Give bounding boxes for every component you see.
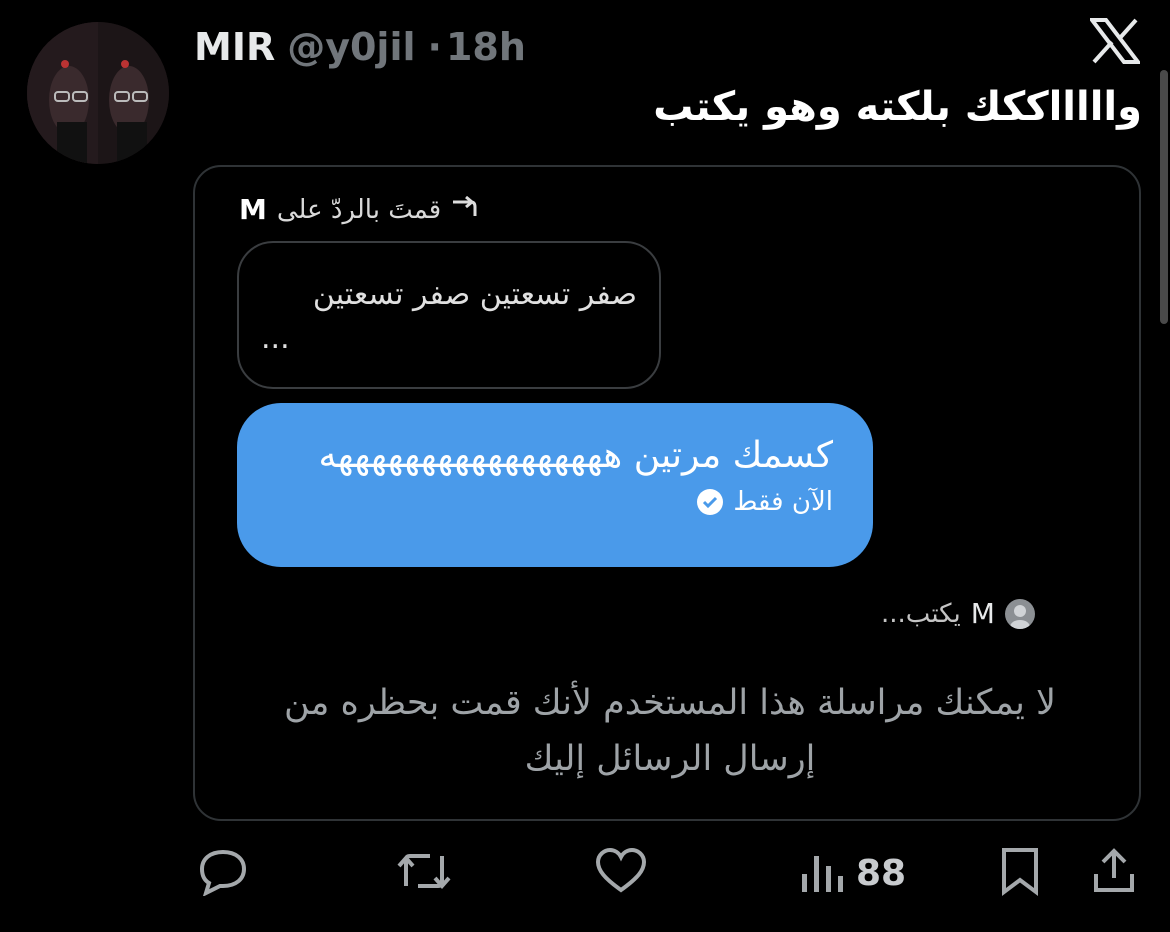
- heart-icon[interactable]: [594, 846, 648, 900]
- sent-message-text: كسمك مرتين هههههههههههههههههه: [318, 435, 833, 476]
- quoted-message: صفر تسعتين صفر تسعتين ...: [237, 241, 661, 389]
- author-avatar[interactable]: [27, 22, 169, 164]
- quoted-message-line1: صفر تسعتين صفر تسعتين: [312, 277, 637, 312]
- typing-indicator: M يكتب...: [881, 597, 1035, 630]
- author-handle[interactable]: @y0jil: [287, 25, 415, 69]
- dm-screenshot-card[interactable]: قمتَ بالردّ على M صفر تسعتين صفر تسعتين …: [193, 165, 1141, 821]
- share-icon[interactable]: [1090, 846, 1138, 900]
- reply-icon[interactable]: [196, 846, 250, 900]
- author-name[interactable]: MIR: [194, 25, 275, 69]
- tweet-header: MIR @y0jil · 18h: [194, 22, 526, 72]
- tweet-time[interactable]: 18h: [446, 25, 526, 69]
- sent-message-bubble: كسمك مرتين هههههههههههههههههه الآن فقط: [237, 403, 873, 567]
- check-circle-icon: [697, 489, 724, 515]
- reply-button[interactable]: [196, 846, 250, 900]
- blocked-notice: لا يمكنك مراسلة هذا المستخدم لأنك قمت بح…: [235, 675, 1105, 787]
- views-button[interactable]: 88: [800, 846, 906, 900]
- user-placeholder-icon: [1004, 598, 1035, 629]
- retweet-icon[interactable]: [394, 846, 454, 900]
- reply-label-text: قمتَ بالردّ على: [276, 194, 442, 225]
- header-separator: ·: [427, 25, 442, 69]
- views-count: 88: [856, 852, 907, 894]
- typing-user: M: [970, 597, 995, 630]
- share-button[interactable]: [1090, 846, 1138, 900]
- reply-target: M: [239, 193, 267, 226]
- reply-label: قمتَ بالردّ على M: [239, 193, 477, 226]
- like-button[interactable]: [594, 846, 648, 900]
- blocked-notice-line1: لا يمكنك مراسلة هذا المستخدم لأنك قمت بح…: [284, 683, 1056, 723]
- bookmark-button[interactable]: [998, 846, 1042, 900]
- quoted-message-line2: ...: [261, 321, 290, 356]
- blocked-notice-line2: إرسال الرسائل إليك: [524, 739, 816, 779]
- scrollbar[interactable]: [1160, 70, 1168, 324]
- bookmark-icon[interactable]: [998, 846, 1042, 900]
- typing-text: يكتب...: [881, 598, 961, 629]
- reply-arrow-icon: [451, 195, 477, 225]
- retweet-button[interactable]: [394, 846, 454, 900]
- sent-status-text: الآن فقط: [733, 487, 833, 517]
- sent-status: الآن فقط: [277, 487, 833, 517]
- views-icon[interactable]: [800, 846, 844, 900]
- tweet-text: واااااككك بلكته وهو يكتب: [653, 84, 1142, 130]
- x-logo-icon: [1087, 18, 1143, 68]
- tweet-actions: 88: [0, 846, 1170, 906]
